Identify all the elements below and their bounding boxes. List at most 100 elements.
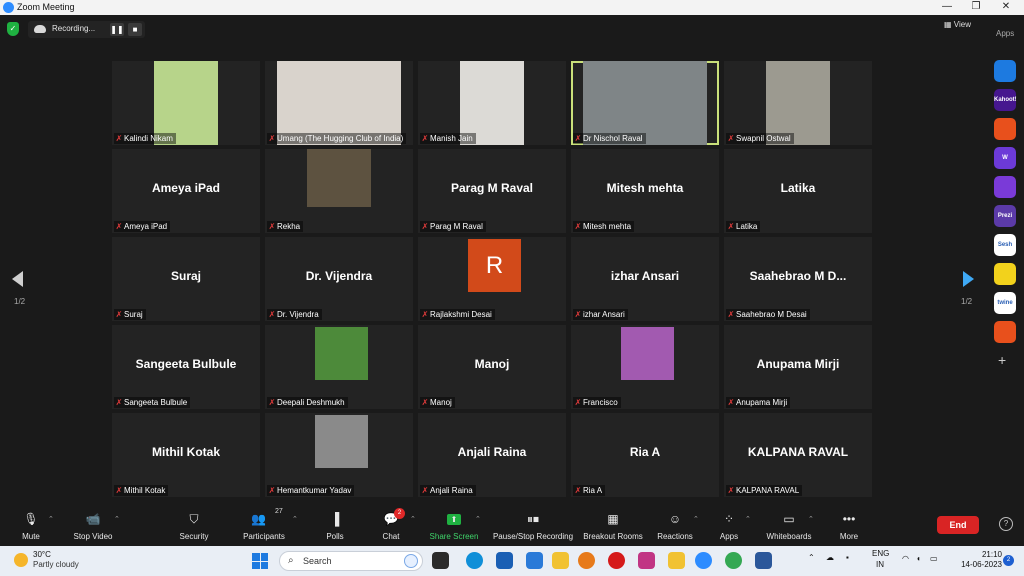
participant-tile[interactable]: Mithil Kotak ✗ Mithil Kotak — [112, 413, 260, 497]
reactions-options-caret-icon[interactable]: ⌃ — [693, 515, 699, 523]
clock-time[interactable]: 21:10 — [962, 550, 1002, 559]
zoom-taskbar-icon[interactable] — [695, 552, 712, 569]
tray-app-icon[interactable]: ▪ — [846, 553, 849, 562]
participant-tile[interactable]: Sangeeta Bulbule ✗ Sangeeta Bulbule — [112, 325, 260, 409]
twine-app-icon[interactable]: twine — [994, 292, 1016, 314]
next-page-arrow-icon[interactable] — [963, 271, 974, 287]
mute-options-caret-icon[interactable]: ⌃ — [48, 515, 54, 523]
taskbar-search[interactable]: ⌕ Search — [279, 551, 423, 571]
onedrive-cloud-icon[interactable]: ☁ — [826, 553, 834, 562]
weather-description[interactable]: Partly cloudy — [33, 560, 79, 569]
wifi-icon[interactable]: ◠ — [902, 554, 909, 563]
chrome-icon[interactable] — [725, 552, 742, 569]
participant-tile[interactable]: Anjali Raina ✗ Anjali Raina — [418, 413, 566, 497]
stop-recording-icon[interactable]: ■ — [128, 23, 142, 36]
sesh-app-icon[interactable]: Sesh — [994, 234, 1016, 256]
view-button[interactable]: ▦ View — [944, 20, 971, 29]
apps-options-caret-icon[interactable]: ⌃ — [745, 515, 751, 523]
clock-date[interactable]: 14-06-2023 — [948, 560, 1002, 569]
word-icon[interactable] — [755, 552, 772, 569]
security-button[interactable]: ⛉ Security — [172, 505, 216, 546]
task-view-icon[interactable] — [432, 552, 449, 569]
store-icon[interactable] — [496, 552, 513, 569]
instagram-icon[interactable] — [638, 552, 655, 569]
folder-icon[interactable] — [668, 552, 685, 569]
language-bottom[interactable]: IN — [876, 560, 884, 569]
prezi-app-icon[interactable]: Prezi — [994, 205, 1016, 227]
stop-video-button[interactable]: 📹 Stop Video — [68, 505, 118, 546]
participant-tile[interactable]: Parag M Raval ✗ Parag M Raval — [418, 149, 566, 233]
mail-icon[interactable] — [526, 552, 543, 569]
chat-button[interactable]: 💬 2 Chat — [374, 505, 408, 546]
battery-icon[interactable]: ▭ — [930, 554, 938, 563]
participant-tile[interactable]: ✗ Francisco — [571, 325, 719, 409]
apps-button[interactable]: ⁘ Apps — [713, 505, 745, 546]
app-1-app-icon[interactable] — [994, 60, 1016, 82]
participant-tile[interactable]: ✗ Hemantkumar Yadav — [265, 413, 413, 497]
participants-options-caret-icon[interactable]: ⌃ — [292, 515, 298, 523]
add-app-icon[interactable]: + — [998, 352, 1006, 368]
close-button[interactable]: ✕ — [998, 1, 1014, 12]
participant-name: Ria A — [583, 486, 603, 495]
microphone-icon: 🎙 — [23, 512, 39, 526]
participant-tile[interactable]: Ameya iPad ✗ Ameya iPad — [112, 149, 260, 233]
participant-tile[interactable]: Latika ✗ Latika — [724, 149, 872, 233]
whiteboards-button[interactable]: ▭ Whiteboards — [762, 505, 816, 546]
participant-tile[interactable]: ✗ Kalindi Nikam — [112, 61, 260, 145]
windows-start-icon[interactable] — [252, 553, 268, 569]
wooclap-app-icon[interactable]: W — [994, 147, 1016, 169]
kahoot-app-icon[interactable]: Kahoot! — [994, 89, 1017, 111]
speaker-icon[interactable]: ◖ — [916, 554, 921, 563]
participant-tile[interactable]: Dr. Vijendra ✗ Dr. Vijendra — [265, 237, 413, 321]
file-explorer-icon[interactable] — [552, 552, 569, 569]
weather-temperature[interactable]: 30°C — [33, 550, 51, 559]
edge-browser-icon[interactable] — [466, 552, 483, 569]
show-hidden-icons-caret[interactable]: ⌃ — [808, 553, 815, 562]
mute-button[interactable]: 🎙 Mute — [10, 505, 52, 546]
restore-button[interactable]: ❐ — [968, 1, 984, 12]
end-meeting-button[interactable]: End — [937, 516, 979, 534]
polls-button[interactable]: ▐ Polls — [318, 505, 352, 546]
participant-tile[interactable]: Mitesh mehta ✗ Mitesh mehta — [571, 149, 719, 233]
pause-stop-recording-button[interactable]: ⏸⏹ Pause/Stop Recording — [490, 505, 576, 546]
app-10-app-icon[interactable] — [994, 321, 1016, 343]
participant-tile[interactable]: Suraj ✗ Suraj — [112, 237, 260, 321]
prev-page-arrow-icon[interactable] — [12, 271, 23, 287]
more-button[interactable]: ••• More — [832, 505, 866, 546]
participant-tile[interactable]: Manoj ✗ Manoj — [418, 325, 566, 409]
participant-tile[interactable]: ✗ Rekha — [265, 149, 413, 233]
chat-options-caret-icon[interactable]: ⌃ — [410, 515, 416, 523]
share-screen-button[interactable]: ⬆ Share Screen — [427, 505, 481, 546]
firefox-icon[interactable] — [578, 552, 595, 569]
whiteboards-options-caret-icon[interactable]: ⌃ — [808, 515, 814, 523]
app-3-app-icon[interactable] — [994, 118, 1016, 140]
participant-tile[interactable]: ✗ Dr Nischol Raval — [571, 61, 719, 145]
participant-tile[interactable]: ✗ Umang (The Hugging Club of India) — [265, 61, 413, 145]
share-options-caret-icon[interactable]: ⌃ — [475, 515, 481, 523]
participant-tile[interactable]: izhar Ansari ✗ izhar Ansari — [571, 237, 719, 321]
breakout-rooms-button[interactable]: ▦ Breakout Rooms — [580, 505, 646, 546]
participant-tile[interactable]: Anupama Mirji ✗ Anupama Mirji — [724, 325, 872, 409]
participant-tile[interactable]: Saahebrao M D... ✗ Saahebrao M Desai — [724, 237, 872, 321]
people-icon: 👥 — [251, 512, 267, 526]
participant-tile[interactable]: R ✗ Rajlakshmi Desai — [418, 237, 566, 321]
pause-recording-icon[interactable]: ❚❚ — [110, 23, 124, 36]
participant-tile[interactable]: ✗ Manish Jain — [418, 61, 566, 145]
participant-tile[interactable]: Ria A ✗ Ria A — [571, 413, 719, 497]
language-top[interactable]: ENG — [872, 549, 889, 558]
security-shield-icon[interactable]: ✓ — [7, 22, 19, 36]
participants-button[interactable]: 👥 27 Participants — [238, 505, 290, 546]
video-options-caret-icon[interactable]: ⌃ — [114, 515, 120, 523]
notification-badge[interactable]: 2 — [1003, 555, 1014, 566]
help-icon[interactable]: ? — [999, 517, 1013, 531]
participant-tile[interactable]: ✗ Deepali Deshmukh — [265, 325, 413, 409]
minimize-button[interactable]: — — [939, 1, 955, 12]
participant-tile[interactable]: KALPANA RAVAL ✗ KALPANA RAVAL — [724, 413, 872, 497]
participant-tile[interactable]: ✗ Swapnil Ostwal — [724, 61, 872, 145]
opera-icon[interactable] — [608, 552, 625, 569]
reactions-button[interactable]: ☺ Reactions — [654, 505, 696, 546]
muted-mic-icon: ✗ — [421, 310, 429, 319]
app-5-app-icon[interactable] — [994, 176, 1016, 198]
partly-cloudy-icon[interactable] — [14, 553, 28, 567]
app-8-app-icon[interactable] — [994, 263, 1016, 285]
